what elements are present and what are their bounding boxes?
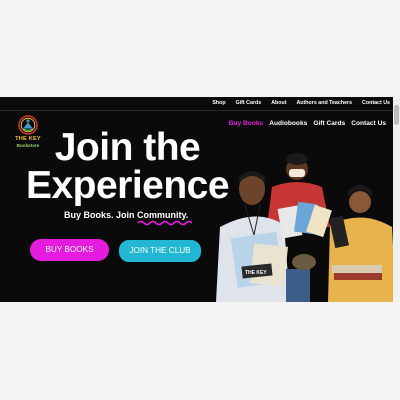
tagline-underline-squiggle [137,220,193,226]
nav-gift-cards[interactable]: Gift Cards [313,120,345,127]
topnav-about[interactable]: About [271,100,286,106]
nav-audiobooks[interactable]: Audiobooks [269,120,307,127]
page-scrollbar[interactable] [393,97,400,302]
hero-headline-line-2: Experience [25,164,230,207]
topnav-gift-cards[interactable]: Gift Cards [236,100,262,106]
topnav-contact-us[interactable]: Contact Us [362,100,390,106]
buy-books-button[interactable]: BUY BOOKS [30,239,109,261]
website-viewport: Shop Gift Cards About Authors and Teache… [0,97,400,302]
nav-divider [0,110,400,111]
hero-photo-people-with-books: THE KEY [216,153,396,302]
main-nav: Buy Books Audiobooks Gift Cards Contact … [229,120,386,127]
scrollbar-thumb[interactable] [394,105,399,125]
nav-contact-us[interactable]: Contact Us [351,120,386,127]
nav-buy-books[interactable]: Buy Books [229,120,263,127]
topnav-shop[interactable]: Shop [212,100,225,106]
join-the-club-button[interactable]: JOIN THE CLUB [118,239,202,263]
top-utility-nav: Shop Gift Cards About Authors and Teache… [212,100,390,106]
topnav-authors-teachers[interactable]: Authors and Teachers [296,100,352,106]
book-sign-text: THE KEY [245,270,267,276]
hero-headline-line-1: Join the [54,126,201,169]
hero-headline: Join the Experience [10,126,245,207]
